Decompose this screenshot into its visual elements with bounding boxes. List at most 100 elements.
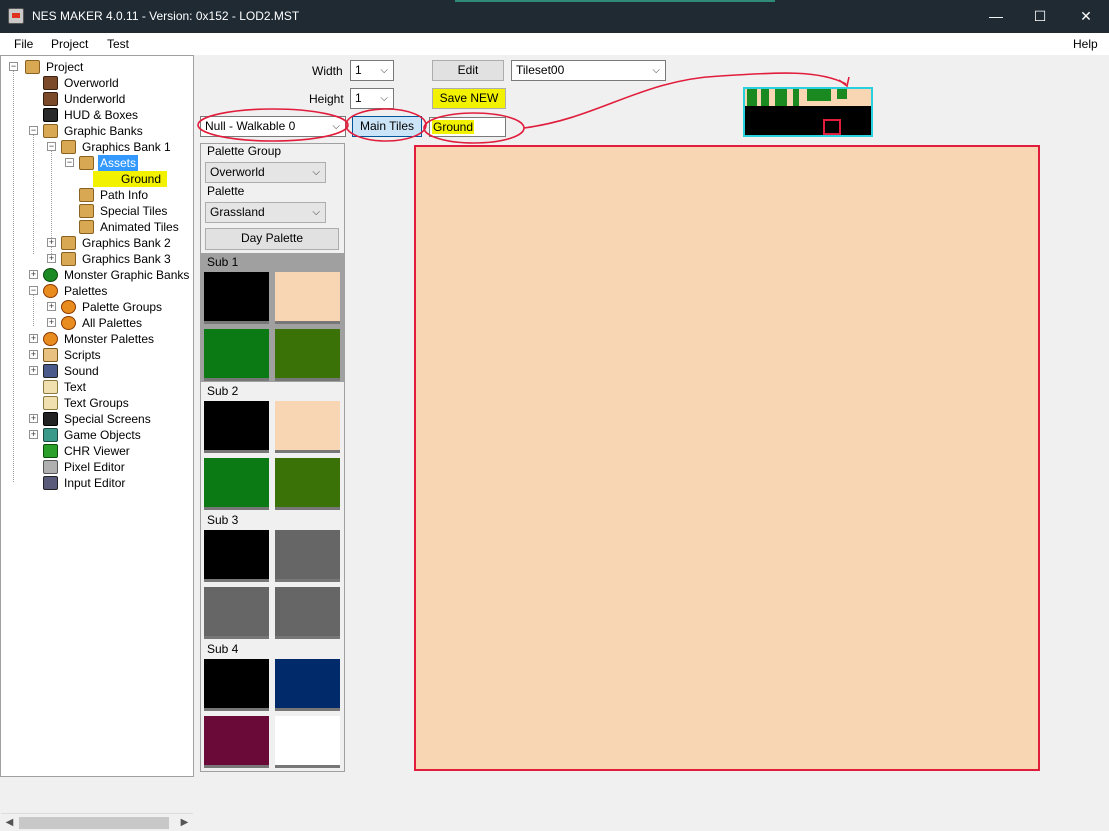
collapse-icon[interactable]: − bbox=[9, 62, 18, 71]
maximize-button[interactable]: ☐ bbox=[1017, 0, 1063, 33]
expand-icon[interactable]: + bbox=[29, 430, 38, 439]
main-tiles-button[interactable]: Main Tiles bbox=[352, 116, 422, 137]
expand-icon[interactable]: + bbox=[29, 270, 38, 279]
tree-item-game-objects[interactable]: Game Objects bbox=[43, 427, 193, 443]
sub-palette-4[interactable]: Sub 4 bbox=[201, 640, 344, 658]
preview-tree bbox=[807, 89, 831, 101]
tile-name-input[interactable]: Ground bbox=[429, 117, 506, 137]
color-swatch[interactable] bbox=[204, 530, 269, 582]
collapse-icon[interactable]: − bbox=[65, 158, 74, 167]
monster-icon bbox=[43, 268, 58, 282]
tileset-preview[interactable] bbox=[743, 87, 873, 137]
text-icon bbox=[43, 380, 58, 394]
expand-icon[interactable]: + bbox=[29, 414, 38, 423]
tree-item-hud[interactable]: HUD & Boxes bbox=[43, 107, 193, 123]
color-swatch[interactable] bbox=[275, 329, 340, 381]
expand-icon[interactable]: + bbox=[47, 254, 56, 263]
tree-item-monster-graphic-banks[interactable]: Monster Graphic Banks bbox=[43, 267, 193, 283]
color-swatch[interactable] bbox=[204, 659, 269, 711]
tree-item-text-groups[interactable]: Text Groups bbox=[43, 395, 193, 411]
tree-item-text[interactable]: Text bbox=[43, 379, 193, 395]
tree-item-sound[interactable]: Sound bbox=[43, 363, 193, 379]
height-select[interactable]: 1 ⌵ bbox=[350, 88, 394, 109]
tree-item-underworld[interactable]: Underworld bbox=[43, 91, 193, 107]
tree-item-graphics-bank-1[interactable]: Graphics Bank 1 bbox=[61, 139, 191, 155]
folder-icon bbox=[79, 220, 94, 234]
color-swatch[interactable] bbox=[204, 458, 269, 510]
collapse-icon[interactable]: − bbox=[29, 126, 38, 135]
day-palette-button[interactable]: Day Palette bbox=[205, 228, 339, 250]
palette-select[interactable]: Grassland ⌵ bbox=[205, 202, 326, 223]
color-swatch[interactable] bbox=[204, 716, 269, 768]
save-new-button[interactable]: Save NEW bbox=[432, 88, 506, 109]
tree-item-scripts[interactable]: Scripts bbox=[43, 347, 193, 363]
color-swatch[interactable] bbox=[204, 401, 269, 453]
collapse-icon[interactable]: − bbox=[29, 286, 38, 295]
expand-icon[interactable]: + bbox=[29, 334, 38, 343]
tree-item-chr-viewer[interactable]: CHR Viewer bbox=[43, 443, 193, 459]
color-swatch[interactable] bbox=[275, 530, 340, 582]
color-swatch[interactable] bbox=[204, 272, 269, 324]
tree-item-pixel-editor[interactable]: Pixel Editor bbox=[43, 459, 193, 475]
menu-help[interactable]: Help bbox=[1073, 37, 1098, 51]
close-button[interactable]: ✕ bbox=[1063, 0, 1109, 33]
color-swatch[interactable] bbox=[275, 659, 340, 711]
menu-test[interactable]: Test bbox=[107, 37, 129, 51]
color-swatch[interactable] bbox=[275, 272, 340, 324]
scroll-right-icon[interactable]: ▶ bbox=[176, 814, 193, 831]
expand-icon[interactable]: + bbox=[47, 238, 56, 247]
collapse-icon[interactable]: − bbox=[47, 142, 56, 151]
chevron-down-icon: ⌵ bbox=[652, 65, 660, 76]
color-swatch[interactable] bbox=[204, 329, 269, 381]
sub-label: Sub 3 bbox=[207, 513, 239, 527]
expand-icon[interactable]: + bbox=[29, 366, 38, 375]
tree-item-special-tiles[interactable]: Special Tiles bbox=[79, 203, 189, 219]
tree-item-input-editor[interactable]: Input Editor bbox=[43, 475, 193, 491]
hud-icon bbox=[43, 108, 58, 122]
chevron-down-icon: ⌵ bbox=[332, 121, 340, 132]
horizontal-scrollbar[interactable]: ◀ ▶ bbox=[1, 813, 193, 831]
tree-item-monster-palettes[interactable]: Monster Palettes bbox=[43, 331, 193, 347]
sub-palette-3[interactable]: Sub 3 bbox=[201, 511, 344, 529]
sub-label: Sub 1 bbox=[207, 255, 239, 269]
tree-item-project[interactable]: Project bbox=[25, 59, 185, 75]
tree-item-palettes[interactable]: Palettes bbox=[43, 283, 193, 299]
tree-item-overworld[interactable]: Overworld bbox=[43, 75, 193, 91]
tree-label: Ground bbox=[121, 172, 162, 186]
tree-item-graphics-bank-3[interactable]: Graphics Bank 3 bbox=[61, 251, 191, 267]
palette-icon bbox=[43, 284, 58, 298]
collision-select[interactable]: Null - Walkable 0 ⌵ bbox=[200, 116, 346, 137]
expand-icon[interactable]: + bbox=[29, 350, 38, 359]
tree-item-ground[interactable]: Ground bbox=[93, 171, 167, 187]
expand-icon[interactable]: + bbox=[47, 302, 56, 311]
color-swatch[interactable] bbox=[275, 587, 340, 639]
tree-item-graphics-bank-2[interactable]: Graphics Bank 2 bbox=[61, 235, 191, 251]
tree-item-all-palettes[interactable]: All Palettes bbox=[61, 315, 191, 331]
tree-item-assets[interactable]: Assets bbox=[79, 155, 189, 171]
expand-icon[interactable]: + bbox=[47, 318, 56, 327]
tree-label: Assets bbox=[98, 155, 139, 171]
color-swatch[interactable] bbox=[275, 716, 340, 768]
tileset-select[interactable]: Tileset00 ⌵ bbox=[511, 60, 666, 81]
scroll-left-icon[interactable]: ◀ bbox=[1, 814, 18, 831]
chevron-down-icon: ⌵ bbox=[380, 93, 388, 104]
menu-project[interactable]: Project bbox=[51, 37, 88, 51]
menu-file[interactable]: File bbox=[14, 37, 33, 51]
minimize-button[interactable]: — bbox=[973, 0, 1019, 33]
palette-group-select[interactable]: Overworld ⌵ bbox=[205, 162, 326, 183]
color-swatch[interactable] bbox=[204, 587, 269, 639]
scroll-thumb[interactable] bbox=[19, 817, 169, 829]
color-swatch[interactable] bbox=[275, 458, 340, 510]
color-swatch[interactable] bbox=[275, 401, 340, 453]
tree-item-graphic-banks[interactable]: Graphic Banks bbox=[43, 123, 193, 139]
tree-label: Project bbox=[46, 60, 84, 74]
width-select[interactable]: 1 ⌵ bbox=[350, 60, 394, 81]
tile-edit-canvas[interactable] bbox=[414, 145, 1040, 771]
sub-palette-2[interactable]: Sub 2 bbox=[201, 382, 344, 400]
project-tree[interactable]: − Project Overworld Underworld HUD & Box… bbox=[0, 55, 194, 831]
tree-item-special-screens[interactable]: Special Screens bbox=[43, 411, 193, 427]
tree-item-palette-groups[interactable]: Palette Groups bbox=[61, 299, 191, 315]
tree-item-animated-tiles[interactable]: Animated Tiles bbox=[79, 219, 189, 235]
tree-item-path-info[interactable]: Path Info bbox=[79, 187, 189, 203]
edit-button[interactable]: Edit bbox=[432, 60, 504, 81]
